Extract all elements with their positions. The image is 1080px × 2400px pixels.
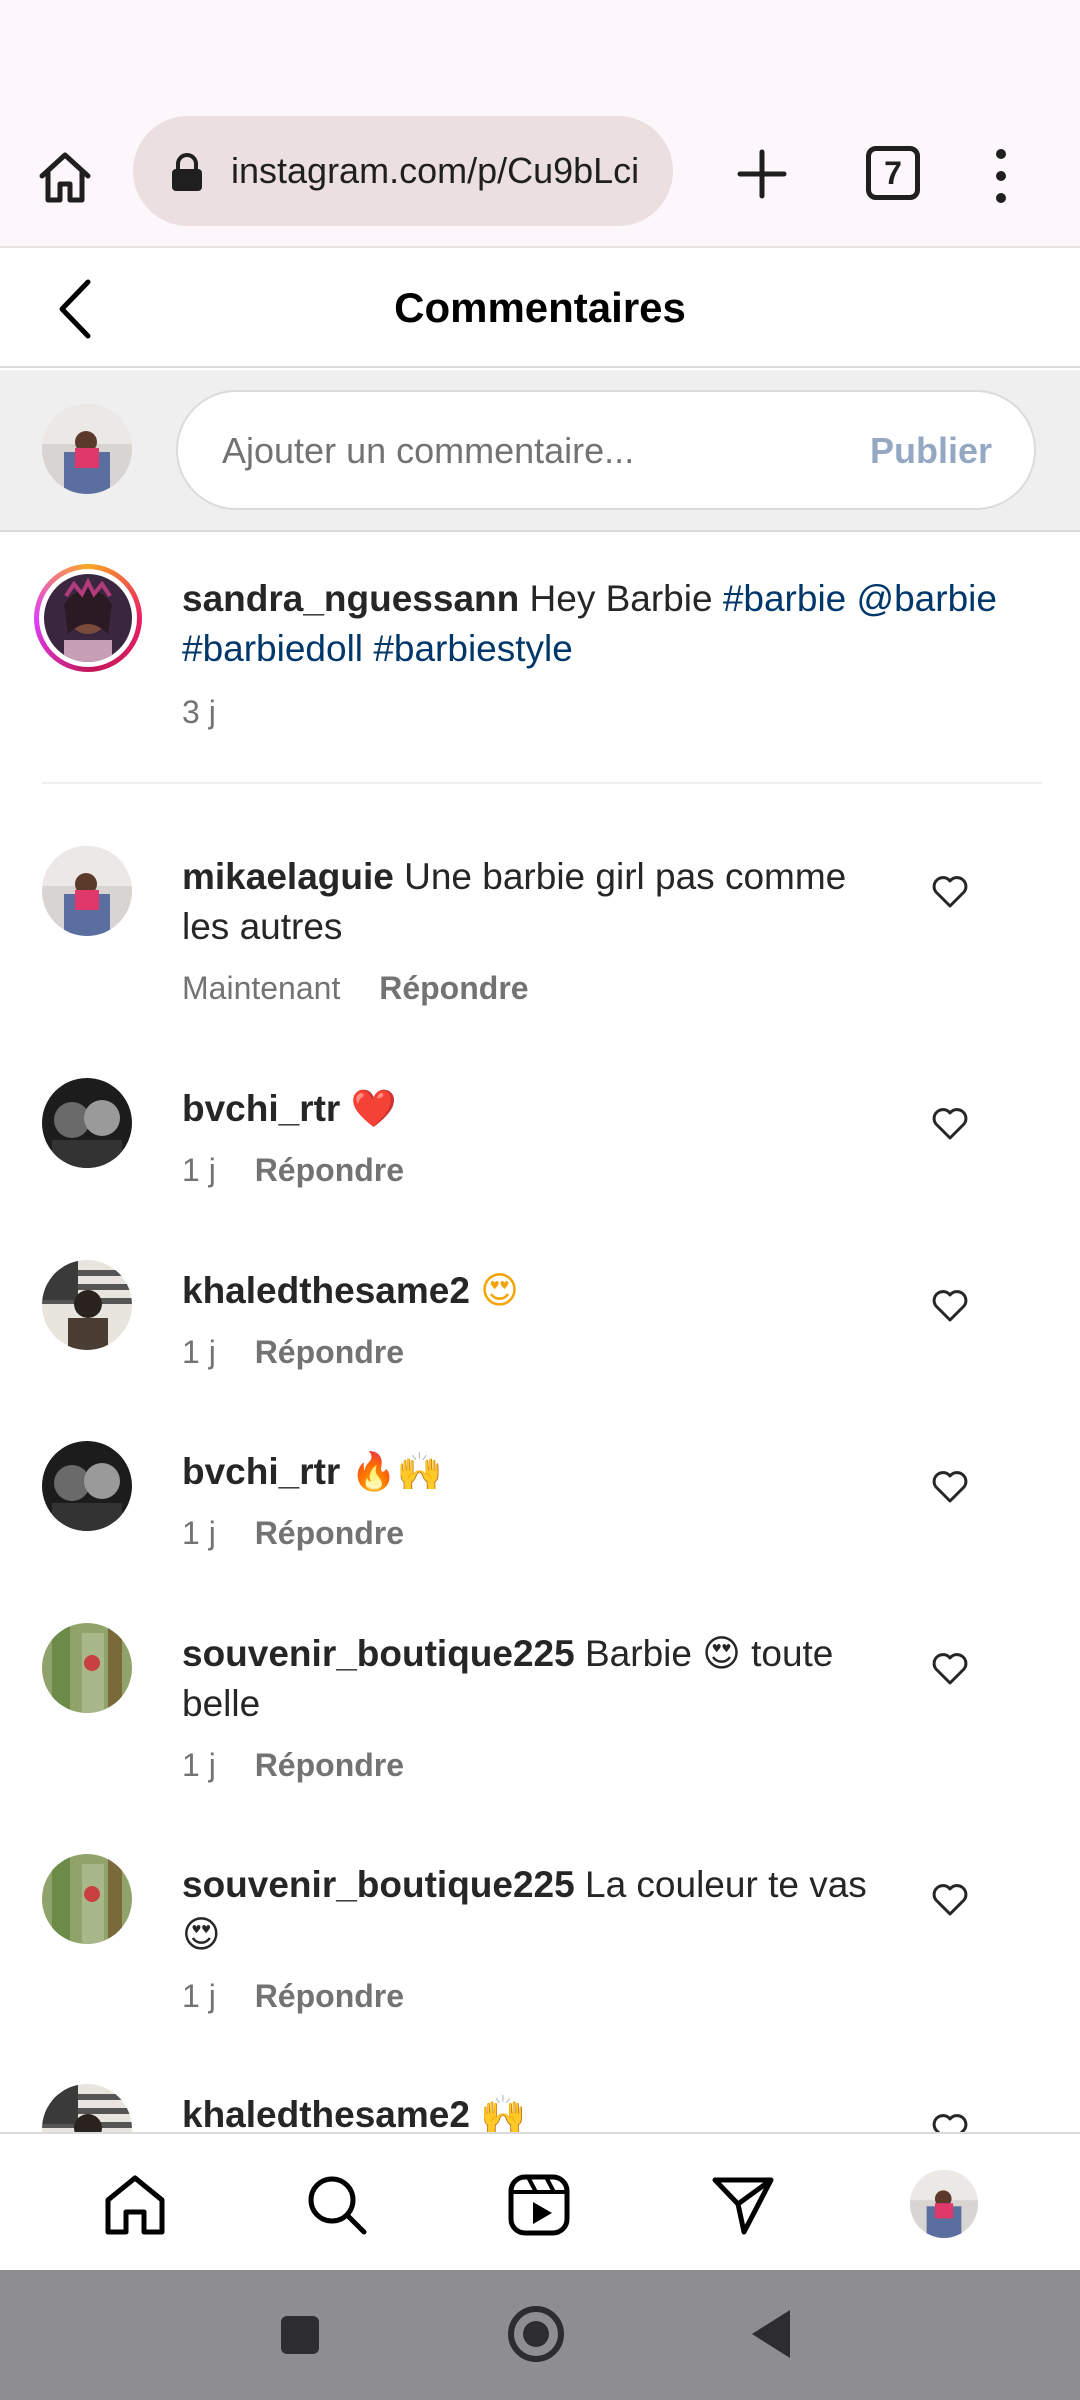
comment-placeholder: Ajouter un commentaire...: [222, 430, 635, 471]
author-avatar: [44, 574, 132, 662]
bottom-navigation: [0, 2132, 1080, 2270]
like-heart-icon[interactable]: [930, 1880, 970, 1920]
comment-body: 😍: [480, 1269, 519, 1312]
caption-username[interactable]: sandra_nguessann: [182, 578, 519, 619]
comment-timestamp: 1 j: [182, 1334, 216, 1370]
comment-username[interactable]: souvenir_boutique225: [182, 1633, 575, 1674]
home-icon[interactable]: [102, 2172, 168, 2238]
comment-meta: 1 j Répondre: [182, 1330, 404, 1374]
comment-text: souvenir_boutique225 Barbie 😍 toute bell…: [182, 1629, 882, 1729]
search-icon[interactable]: [304, 2172, 370, 2238]
hashtag-link[interactable]: #barbie: [723, 578, 846, 619]
commenter-avatar[interactable]: [42, 1260, 132, 1350]
kebab-menu-icon[interactable]: [986, 144, 1016, 208]
lock-icon: [172, 153, 202, 191]
comment-timestamp: 1 j: [182, 1515, 216, 1551]
like-heart-icon[interactable]: [930, 1649, 970, 1689]
comment-username[interactable]: khaledthesame2: [182, 1270, 470, 1311]
commenter-avatar[interactable]: [42, 1854, 132, 1944]
post-caption: sandra_nguessann Hey Barbie #barbie @bar…: [0, 534, 1080, 784]
comment-meta: 1 j Répondre: [182, 1743, 404, 1787]
direct-message-icon[interactable]: [710, 2172, 776, 2238]
comment-body: 🔥🙌: [350, 1450, 443, 1493]
comment-body: 🙌: [480, 2093, 527, 2132]
profile-avatar[interactable]: [910, 2170, 978, 2238]
commenter-avatar[interactable]: [42, 846, 132, 936]
caption-timestamp: 3 j: [182, 694, 216, 730]
home-icon[interactable]: [34, 146, 96, 208]
comment-username[interactable]: bvchi_rtr: [182, 1088, 340, 1129]
like-heart-icon[interactable]: [930, 1104, 970, 1144]
story-ring[interactable]: [34, 564, 142, 672]
caption-text: sandra_nguessann Hey Barbie #barbie @bar…: [182, 574, 1022, 674]
system-navigation-bar: [0, 2270, 1080, 2400]
comment-username[interactable]: khaledthesame2: [182, 2094, 470, 2132]
comment-body: ❤️: [350, 1087, 397, 1130]
comment-timestamp: 1 j: [182, 1978, 216, 2014]
commenter-avatar[interactable]: [42, 1441, 132, 1531]
comment-text: bvchi_rtr 🔥🙌: [182, 1447, 882, 1497]
reply-button[interactable]: Répondre: [255, 1747, 404, 1783]
commenter-avatar[interactable]: [42, 1078, 132, 1168]
hashtag-link[interactable]: #barbiedoll: [182, 628, 363, 669]
like-heart-icon[interactable]: [930, 1286, 970, 1326]
commenter-avatar[interactable]: [42, 2084, 132, 2132]
current-user-avatar: [42, 404, 132, 494]
url-text: instagram.com/p/Cu9bLci: [231, 150, 640, 191]
comment-username[interactable]: souvenir_boutique225: [182, 1864, 575, 1905]
reply-button[interactable]: Répondre: [255, 1978, 404, 2014]
like-heart-icon[interactable]: [930, 872, 970, 912]
comment-text: souvenir_boutique225 La couleur te vas 😍: [182, 1860, 882, 1960]
comment-username[interactable]: mikaelaguie: [182, 856, 394, 897]
comment-username[interactable]: bvchi_rtr: [182, 1451, 340, 1492]
address-bar[interactable]: instagram.com/p/Cu9bLci: [133, 116, 673, 226]
comment-meta: 1 j Répondre: [182, 1148, 404, 1192]
comment-meta: 1 j Répondre: [182, 1511, 404, 1555]
page-header: Commentaires: [0, 250, 1080, 368]
system-back-button[interactable]: [752, 2310, 790, 2358]
new-tab-icon[interactable]: [732, 144, 792, 204]
like-heart-icon[interactable]: [930, 1467, 970, 1507]
comment-item: khaledthesame2 🙌: [0, 2084, 1080, 2132]
reels-icon[interactable]: [506, 2172, 572, 2238]
comment-meta: Maintenant Répondre: [182, 966, 529, 1010]
comment-input[interactable]: Ajouter un commentaire... Publier: [176, 390, 1036, 510]
comment-text: mikaelaguie Une barbie girl pas comme le…: [182, 852, 882, 952]
browser-toolbar: instagram.com/p/Cu9bLci 7: [0, 110, 1080, 248]
hashtag-link[interactable]: #barbiestyle: [373, 628, 573, 669]
caption-body: Hey Barbie: [529, 578, 713, 619]
comment-text: bvchi_rtr ❤️: [182, 1084, 882, 1134]
comment-timestamp: Maintenant: [182, 970, 341, 1006]
comment-text: khaledthesame2 😍: [182, 1266, 882, 1316]
like-heart-icon[interactable]: [930, 2110, 970, 2132]
caption-divider: [42, 782, 1042, 784]
comment-timestamp: 1 j: [182, 1747, 216, 1783]
reply-button[interactable]: Répondre: [255, 1334, 404, 1370]
comment-text: khaledthesame2 🙌: [182, 2090, 882, 2132]
publish-button[interactable]: Publier: [870, 426, 992, 476]
comment-meta: 1 j Répondre: [182, 1974, 404, 2018]
commenter-avatar[interactable]: [42, 1623, 132, 1713]
reply-button[interactable]: Répondre: [255, 1152, 404, 1188]
mention-link[interactable]: @barbie: [857, 578, 997, 619]
reply-button[interactable]: Répondre: [379, 970, 528, 1006]
tab-count-button[interactable]: 7: [866, 146, 920, 200]
comment-timestamp: 1 j: [182, 1152, 216, 1188]
system-home-button[interactable]: [508, 2306, 564, 2362]
reply-button[interactable]: Répondre: [255, 1515, 404, 1551]
page-title: Commentaires: [394, 284, 686, 331]
recent-apps-button[interactable]: [281, 2316, 319, 2354]
comment-composer: Ajouter un commentaire... Publier: [0, 370, 1080, 532]
status-bar: [0, 0, 1080, 110]
